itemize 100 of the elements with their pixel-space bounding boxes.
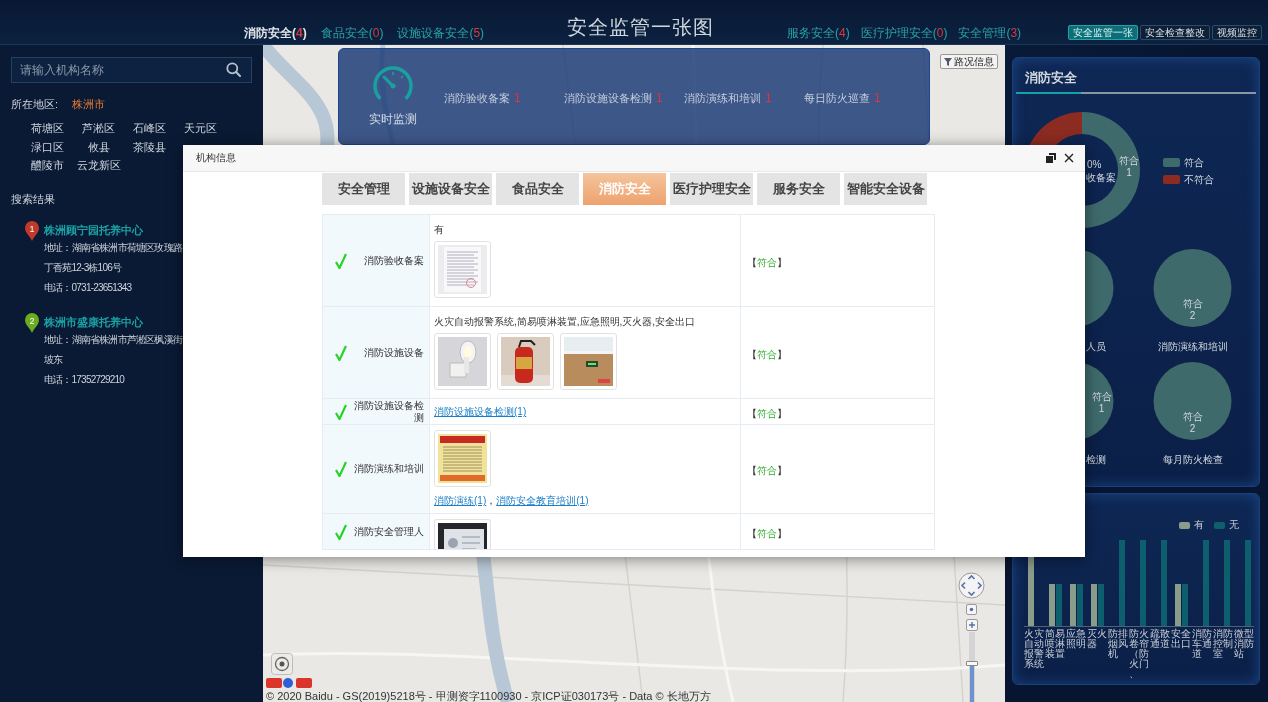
item-label: 消防验收备案	[363, 254, 424, 267]
poster-photo[interactable]	[434, 430, 491, 487]
legend-label: 不符合	[1184, 174, 1214, 185]
district-link[interactable]: 芦淞区	[73, 119, 124, 138]
close-icon[interactable]	[1064, 153, 1074, 163]
nav-tab[interactable]: 消防安全(4)	[244, 26, 307, 40]
result-text: 【符合】	[747, 527, 787, 539]
phone-text: 电话：17352729210	[44, 372, 124, 387]
zoom-slider[interactable]	[965, 632, 978, 702]
district-link[interactable]: 石峰区	[124, 119, 175, 138]
axis-label: 疏散通道	[1150, 629, 1170, 651]
funnel-icon	[944, 57, 952, 66]
slice-value: 2	[1189, 423, 1196, 434]
monitor-link[interactable]: 消防演练和培训	[684, 91, 761, 105]
view-tab[interactable]: 视频监控	[1212, 25, 1262, 40]
gauge-icon	[370, 63, 416, 103]
pie-caption: 消防演练和培训	[1157, 341, 1228, 352]
view-tab[interactable]: 安全检查整改	[1140, 25, 1210, 40]
category-tab[interactable]: 安全管理	[322, 173, 405, 205]
exit-sign-photo[interactable]	[560, 333, 617, 390]
category-tab[interactable]: 服务安全	[757, 173, 840, 205]
zoom-in-icon[interactable]	[965, 619, 978, 631]
result-text: 【符合】	[747, 256, 787, 268]
pie-caption: 检测	[1086, 454, 1106, 465]
slice-label: 符合	[1091, 391, 1112, 402]
slice-label: 符合	[1182, 411, 1203, 422]
search-icon[interactable]	[226, 62, 241, 77]
monitor-link[interactable]: 消防验收备案	[444, 91, 510, 105]
legend-label: 符合	[1184, 157, 1204, 168]
axis-label: 消防控制室	[1213, 629, 1233, 661]
district-link[interactable]: 天元区	[175, 119, 226, 138]
monitor-link[interactable]: 消防设施设备检测	[564, 91, 652, 105]
record-link[interactable]: 消防安全教育培训(1)	[496, 495, 589, 506]
view-tab[interactable]: 安全监管一张	[1068, 25, 1138, 40]
nav-tab[interactable]: 医疗护理安全(0)	[860, 26, 948, 40]
axis-label: 防火卷帘（防火门、	[1129, 629, 1149, 679]
locate-icon[interactable]	[966, 604, 977, 615]
slice-value: 1	[1098, 403, 1105, 414]
category-tab[interactable]: 智能安全设备	[844, 173, 927, 205]
slice-label: 符合	[1119, 155, 1139, 166]
category-tab[interactable]: 食品安全	[496, 173, 579, 205]
slice-value: 1	[1126, 167, 1132, 178]
monitor-label: 实时监测	[369, 112, 417, 126]
separator-text: ，	[486, 495, 497, 506]
category-tab[interactable]: 医疗护理安全	[670, 173, 753, 205]
address-text: 坡东	[44, 352, 63, 367]
slice-value: 2	[1189, 310, 1196, 321]
axis-label: 应急照明	[1066, 629, 1086, 651]
axis-label: 微型消防站	[1234, 629, 1254, 661]
record-link[interactable]: 消防演练(1)	[434, 495, 487, 506]
district-link[interactable]: 云龙新区	[73, 156, 124, 175]
nav-tab[interactable]: 设施设备安全(5)	[397, 26, 485, 40]
result-text: 【符合】	[747, 407, 787, 419]
pie-caption: 人员	[1086, 341, 1106, 352]
axis-label: 安全出口	[1171, 629, 1191, 651]
percent-text: 0%	[1087, 159, 1102, 170]
axis-label: 火灾自动报警系统	[1024, 629, 1044, 671]
axis-label: 消防车通道	[1192, 629, 1212, 661]
extinguisher-photo[interactable]	[497, 333, 554, 390]
region-link[interactable]: 株洲市	[72, 97, 106, 111]
slice-label: 符合	[1182, 298, 1203, 309]
result-title-link[interactable]: 株洲市盛康托养中心	[44, 313, 143, 330]
nav-tab[interactable]: 食品安全(0)	[320, 26, 384, 40]
monitor-link[interactable]: 每日防火巡查	[804, 91, 870, 105]
item-label: 消防设施设备检测	[353, 399, 424, 424]
district-link[interactable]: 茶陵县	[124, 137, 175, 156]
count-text: 1	[765, 91, 772, 105]
zoom-slider-thumb[interactable]	[965, 661, 978, 667]
count-text: 1	[874, 91, 881, 105]
district-link[interactable]: 攸县	[73, 137, 124, 156]
legend-label: 无	[1229, 519, 1239, 531]
target-icon[interactable]	[271, 653, 293, 675]
card-photo[interactable]	[434, 519, 491, 549]
phone-text: 电话：0731-23651343	[44, 280, 132, 295]
item-label: 消防安全管理人	[353, 525, 424, 538]
category-tab[interactable]: 设施设备安全	[409, 173, 492, 205]
district-link[interactable]: 荷塘区	[22, 119, 73, 138]
pie-caption: 每月防火检查	[1162, 454, 1223, 465]
page-title: 安全监管一张图	[566, 15, 715, 40]
nav-tab[interactable]: 服务安全(4)	[787, 26, 850, 40]
search-field[interactable]: 请输入机构名称	[11, 57, 252, 83]
item-label: 消防演练和培训	[353, 463, 424, 475]
address-text: 地址：湖南省株洲市芦淞区枫溪街	[44, 332, 182, 347]
result-title-link[interactable]: 株洲顾宁园托养中心	[44, 221, 143, 238]
axis-label: 防排烟风机	[1108, 629, 1128, 661]
section-title: 搜索结果	[11, 191, 55, 206]
record-link[interactable]: 消防设施设备检测(1)	[434, 406, 527, 417]
restore-icon[interactable]	[1046, 153, 1056, 163]
pan-control-icon[interactable]	[958, 572, 985, 599]
traffic-button[interactable]: 路况信息	[940, 54, 998, 69]
nav-tab[interactable]: 安全管理(3)	[958, 26, 1022, 40]
map-pin[interactable]: 1	[25, 220, 39, 241]
address-text: 地址：湖南省株洲市荷塘区玫瑰路	[44, 240, 182, 255]
district-link[interactable]: 醴陵市	[22, 156, 73, 175]
item-label: 消防设施设备	[363, 346, 424, 359]
axis-label: 灭火器	[1087, 629, 1107, 651]
region-label: 所在地区:	[11, 97, 59, 111]
map-attribution: © 2020 Baidu - GS(2019)5218号 - 甲测资字1100930 - 京ICP证030173号 - Data © 长地万方	[266, 690, 711, 702]
district-link[interactable]: 渌口区	[22, 137, 73, 156]
result-text: 【符合】	[747, 348, 787, 360]
